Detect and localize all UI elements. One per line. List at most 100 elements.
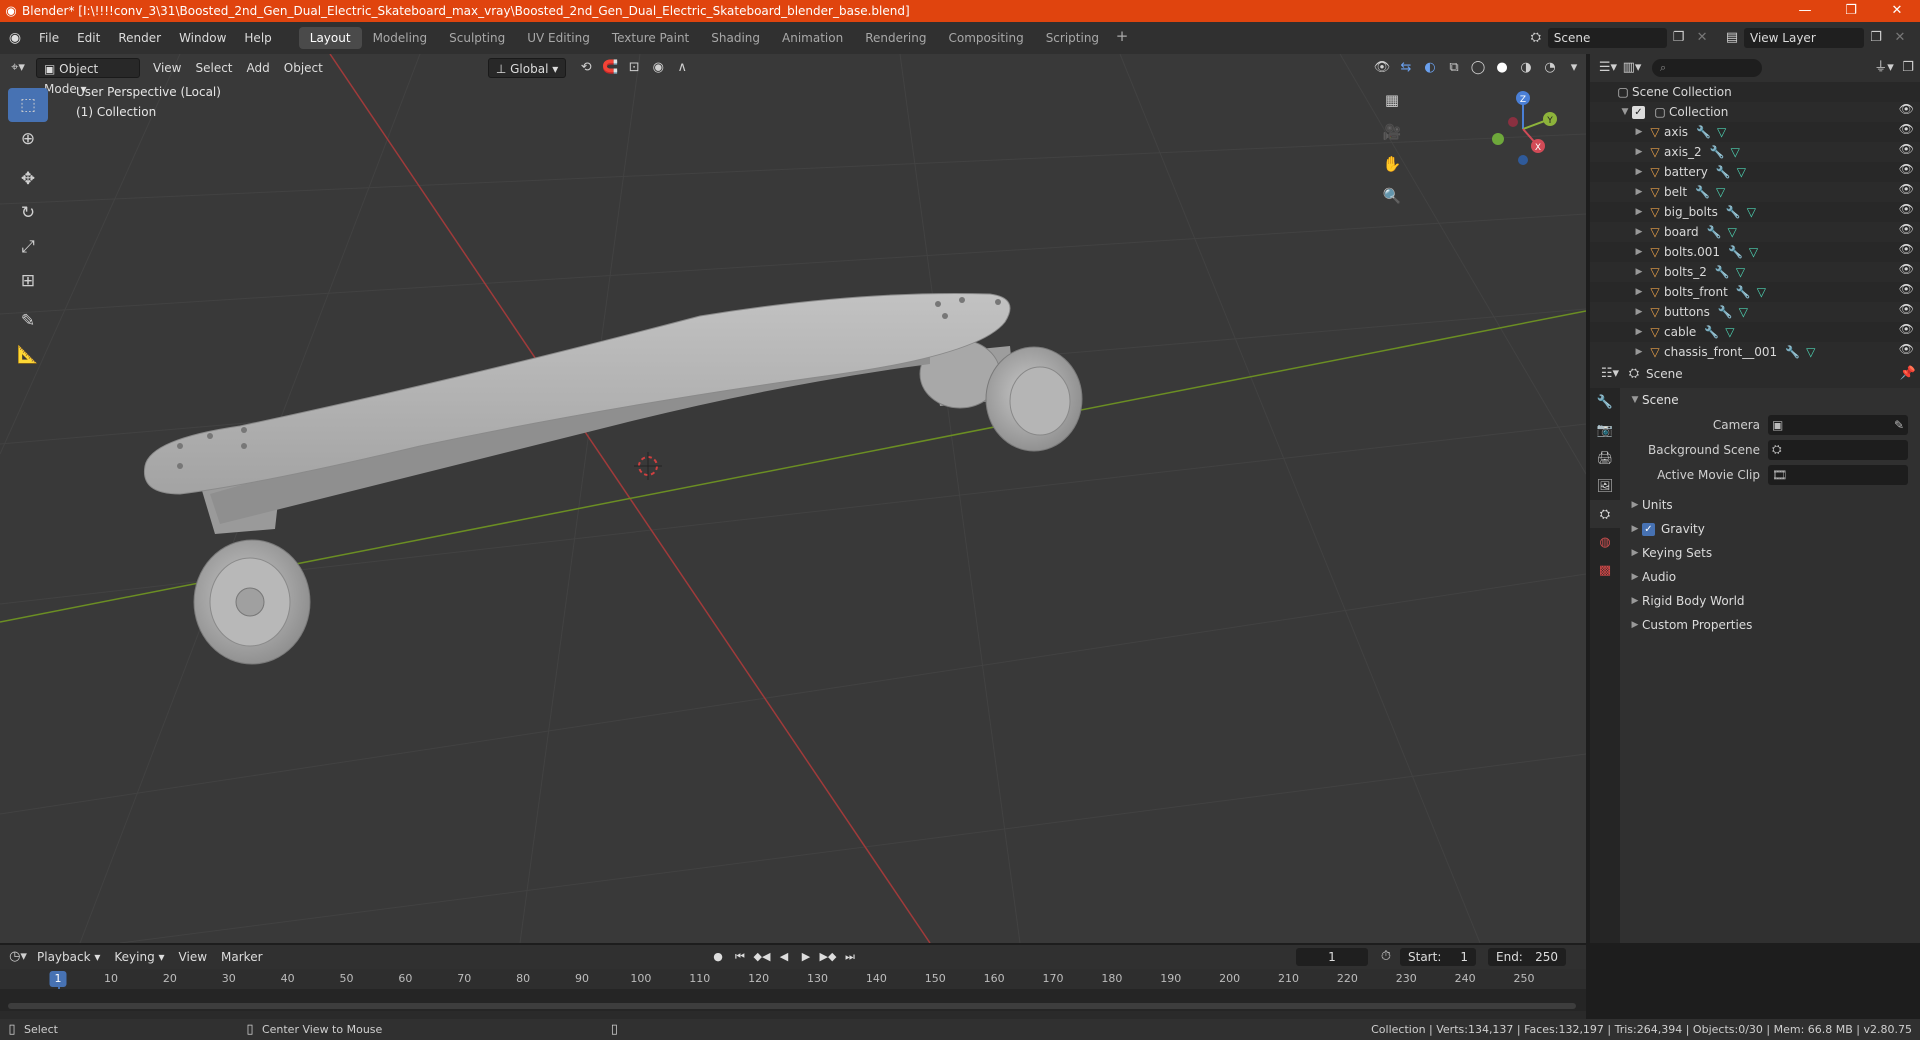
skateboard-model[interactable] — [143, 292, 1083, 665]
current-frame-marker[interactable]: 1 — [49, 971, 67, 987]
display-mode-icon[interactable]: ▥▾ — [1620, 58, 1644, 78]
modifier-wrench-icon[interactable]: 🔧 — [1728, 245, 1743, 259]
tab-sculpting[interactable]: Sculpting — [438, 27, 516, 49]
audio-panel[interactable]: ▶ Audio — [1620, 565, 1920, 589]
frame-ruler[interactable]: 1 10 20 30 40 50 60 70 80 90 100 110 120 130 140 150 160… — [0, 969, 1586, 1011]
material-shading-icon[interactable]: ◑ — [1514, 58, 1538, 78]
snap-target-icon[interactable]: ⊡ — [622, 58, 646, 78]
tab-layout[interactable]: Layout — [298, 27, 362, 49]
keying-sets-panel[interactable]: ▶ Keying Sets — [1620, 541, 1920, 565]
expand-triangle-icon[interactable]: ▶ — [1632, 247, 1646, 257]
close-button[interactable]: ✕ — [1874, 0, 1920, 22]
outliner-object-row[interactable]: ▶ ▽ axis_2 🔧 ▽ 👁 — [1590, 142, 1920, 162]
rendered-shading-icon[interactable]: ◔ — [1538, 58, 1562, 78]
expand-triangle-icon[interactable]: ▶ — [1632, 347, 1646, 357]
preview-range-icon[interactable]: ⏱ — [1374, 947, 1398, 967]
outliner-object-row[interactable]: ▶ ▽ big_bolts 🔧 ▽ 👁 — [1590, 202, 1920, 222]
visibility-eye-icon[interactable]: 👁 — [1899, 182, 1914, 196]
modifier-wrench-icon[interactable]: 🔧 — [1785, 345, 1800, 359]
visibility-eye-icon[interactable]: 👁 — [1899, 342, 1914, 356]
record-icon[interactable]: ● — [708, 947, 728, 967]
delete-view-layer-icon[interactable]: ✕ — [1888, 28, 1912, 48]
pin-icon[interactable]: 📌 — [1896, 364, 1920, 384]
outliner-object-row[interactable]: ▶ ▽ battery 🔧 ▽ 👁 — [1590, 162, 1920, 182]
world-tab-icon[interactable]: ◍ — [1590, 528, 1620, 556]
outliner-object-row[interactable]: ▶ ▽ board 🔧 ▽ 👁 — [1590, 222, 1920, 242]
mesh-data-icon[interactable]: ▽ — [1731, 145, 1740, 159]
expand-triangle-icon[interactable]: ▶ — [1632, 167, 1646, 177]
measure-tool-icon[interactable]: 📐 — [8, 338, 48, 372]
current-frame-field[interactable]: 1 — [1296, 948, 1368, 966]
modifier-wrench-icon[interactable]: 🔧 — [1696, 125, 1711, 139]
modifier-wrench-icon[interactable]: 🔧 — [1726, 205, 1741, 219]
menu-window[interactable]: Window — [170, 27, 235, 49]
visibility-eye-icon[interactable]: 👁 — [1899, 142, 1914, 156]
outliner-object-row[interactable]: ▶ ▽ buttons 🔧 ▽ 👁 — [1590, 302, 1920, 322]
visibility-eye-icon[interactable]: 👁 — [1899, 222, 1914, 236]
eyedropper-icon[interactable]: ✎ — [1894, 418, 1908, 432]
mesh-data-icon[interactable]: ▽ — [1716, 185, 1725, 199]
expand-triangle-icon[interactable]: ▶ — [1632, 127, 1646, 137]
visibility-eye-icon[interactable]: 👁 — [1899, 282, 1914, 296]
zoom-icon[interactable]: 🔍 — [1378, 182, 1406, 210]
minimize-button[interactable]: — — [1782, 0, 1828, 22]
active-movie-clip-field[interactable]: 🎞 — [1768, 464, 1908, 485]
expand-triangle-icon[interactable]: ▶ — [1632, 307, 1646, 317]
blender-menu-icon[interactable]: ◉ — [0, 30, 30, 46]
modifier-wrench-icon[interactable]: 🔧 — [1715, 265, 1730, 279]
mesh-data-icon[interactable]: ▽ — [1728, 225, 1737, 239]
rigid-body-world-panel[interactable]: ▶ Rigid Body World — [1620, 589, 1920, 613]
modifier-wrench-icon[interactable]: 🔧 — [1695, 185, 1710, 199]
new-collection-icon[interactable]: ❐ — [1896, 58, 1920, 78]
gravity-checkbox[interactable]: ✓ — [1642, 522, 1655, 536]
outliner-editor-icon[interactable]: ☰▾ — [1596, 58, 1620, 78]
mesh-data-icon[interactable]: ▽ — [1737, 165, 1746, 179]
scene-selector[interactable]: ⛭ Scene ❐ ✕ — [1524, 27, 1714, 49]
background-scene-field[interactable]: ⛭ — [1768, 439, 1908, 460]
scrollbar[interactable] — [8, 1003, 1576, 1009]
solid-shading-icon[interactable]: ● — [1490, 58, 1514, 78]
properties-editor-icon[interactable]: ☷▾ — [1598, 364, 1622, 384]
cursor-tool-icon[interactable]: ⊕ — [8, 122, 48, 156]
collection-checkbox[interactable]: ✓ — [1632, 105, 1645, 119]
jump-end-icon[interactable]: ⏭ — [840, 947, 860, 967]
start-frame-field[interactable]: Start: 1 — [1400, 948, 1476, 966]
gravity-panel[interactable]: ▶ ✓ Gravity — [1620, 517, 1920, 541]
tab-scripting[interactable]: Scripting — [1035, 27, 1110, 49]
render-tab-icon[interactable]: 📷 — [1590, 416, 1620, 444]
menu-edit[interactable]: Edit — [68, 27, 109, 49]
output-tab-icon[interactable]: 🖨 — [1590, 444, 1620, 472]
outliner-object-row[interactable]: ▶ ▽ bolts_2 🔧 ▽ 👁 — [1590, 262, 1920, 282]
editor-type-icon[interactable]: ⌖▾ — [0, 58, 36, 78]
shading-options-icon[interactable]: ▾ — [1562, 58, 1586, 78]
camera-field[interactable]: ▣ ✎ — [1768, 414, 1908, 435]
3d-cursor-icon[interactable] — [634, 452, 662, 480]
ortho-toggle-icon[interactable]: ▦ — [1378, 86, 1406, 114]
modifier-wrench-icon[interactable]: 🔧 — [1704, 325, 1719, 339]
expand-triangle-icon[interactable]: ▶ — [1632, 327, 1646, 337]
tool-tab-icon[interactable]: 🔧 — [1590, 388, 1620, 416]
outliner-object-row[interactable]: ▶ ▽ axis 🔧 ▽ 👁 — [1590, 122, 1920, 142]
jump-start-icon[interactable]: ⏮ — [730, 947, 750, 967]
falloff-icon[interactable]: ∧ — [670, 58, 694, 78]
new-view-layer-icon[interactable]: ❐ — [1864, 28, 1888, 48]
texture-tab-icon[interactable]: ▩ — [1590, 556, 1620, 584]
view-layer-field[interactable]: View Layer — [1744, 28, 1864, 48]
outliner-object-row[interactable]: ▶ ▽ cable 🔧 ▽ 👁 — [1590, 322, 1920, 342]
visibility-eye-icon[interactable]: 👁 — [1899, 122, 1914, 136]
outliner-search-input[interactable]: ⌕ — [1652, 59, 1762, 77]
modifier-wrench-icon[interactable]: 🔧 — [1710, 145, 1725, 159]
visibility-eye-icon[interactable]: 👁 — [1899, 242, 1914, 256]
transform-orientation[interactable]: ⊥ Global ▾ — [487, 58, 567, 78]
modifier-wrench-icon[interactable]: 🔧 — [1718, 305, 1733, 319]
mesh-data-icon[interactable]: ▽ — [1717, 125, 1726, 139]
expand-triangle-icon[interactable]: ▶ — [1632, 147, 1646, 157]
filter-icon[interactable]: ⏚▾ — [1872, 58, 1896, 78]
rotate-tool-icon[interactable]: ↻ — [8, 196, 48, 230]
mode-selector[interactable]: ▣ Object Mode ▾ — [36, 58, 140, 96]
menu-add[interactable]: Add — [240, 58, 277, 78]
units-panel[interactable]: ▶ Units — [1620, 493, 1920, 517]
play-reverse-icon[interactable]: ◀ — [774, 947, 794, 967]
custom-properties-panel[interactable]: ▶ Custom Properties — [1620, 613, 1920, 637]
snap-icon[interactable]: 🧲 — [598, 58, 622, 78]
